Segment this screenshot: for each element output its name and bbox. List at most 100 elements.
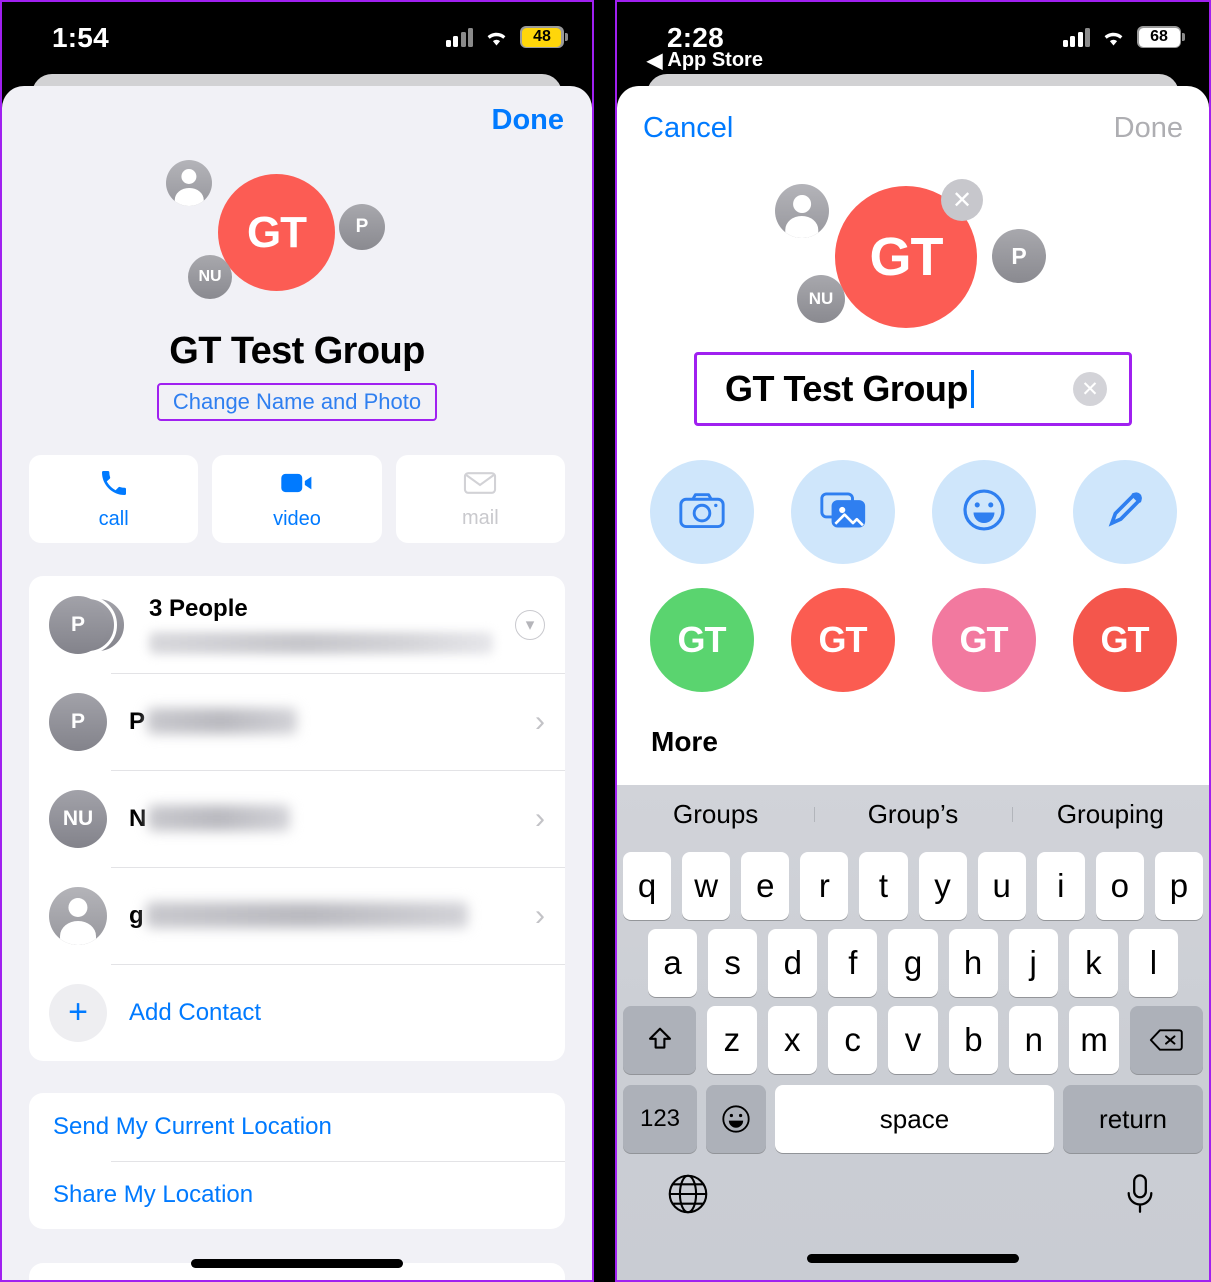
- key-r[interactable]: r: [800, 852, 849, 920]
- member-badge-p: P: [339, 204, 385, 250]
- group-name-input[interactable]: GT Test Group ✕: [694, 352, 1132, 426]
- photos-button[interactable]: [790, 460, 895, 564]
- call-button[interactable]: call: [29, 455, 199, 543]
- key-u[interactable]: u: [977, 852, 1026, 920]
- key-i[interactable]: i: [1036, 852, 1085, 920]
- key-y[interactable]: y: [918, 852, 967, 920]
- back-triangle-icon: ◀: [647, 50, 663, 72]
- key-z[interactable]: z: [707, 1006, 757, 1074]
- group-avatar[interactable]: GT: [218, 174, 335, 291]
- prediction-2[interactable]: Group’s: [814, 799, 1011, 830]
- wifi-icon: [1101, 28, 1126, 47]
- member-badge-person-icon: [166, 160, 212, 206]
- key-g[interactable]: g: [888, 929, 938, 997]
- page-title: GT Test Group: [169, 330, 425, 372]
- cancel-button[interactable]: Cancel: [643, 112, 733, 145]
- space-key[interactable]: space: [775, 1085, 1054, 1153]
- key-o[interactable]: o: [1095, 852, 1144, 920]
- change-name-and-photo-link[interactable]: Change Name and Photo: [156, 383, 438, 421]
- microphone-icon[interactable]: [1121, 1173, 1159, 1220]
- key-f[interactable]: f: [828, 929, 878, 997]
- people-names-redacted: [149, 632, 493, 654]
- globe-icon[interactable]: [667, 1173, 709, 1220]
- draw-button[interactable]: [1072, 460, 1177, 564]
- chevron-right-icon: ›: [535, 801, 545, 835]
- member-badge-nu: NU: [797, 275, 845, 323]
- color-options-row: GT GT GT GT: [617, 588, 1209, 692]
- key-q[interactable]: q: [623, 852, 672, 920]
- video-button[interactable]: video: [212, 455, 382, 543]
- key-m[interactable]: m: [1069, 1006, 1119, 1074]
- home-indicator: [191, 1259, 403, 1268]
- share-my-location-row[interactable]: Share My Location: [29, 1161, 565, 1229]
- keyboard-row-1: q w e r t y u i o p: [617, 852, 1209, 920]
- key-h[interactable]: h: [948, 929, 998, 997]
- key-l[interactable]: l: [1128, 929, 1178, 997]
- emoji-smiley-icon[interactable]: [706, 1085, 766, 1153]
- key-t[interactable]: t: [859, 852, 908, 920]
- emoji-smiley-icon: [962, 488, 1006, 537]
- key-j[interactable]: j: [1008, 929, 1058, 997]
- cellular-bars-icon: [1062, 27, 1090, 47]
- sheet-nav-bar: Cancel Done: [617, 86, 1209, 156]
- contact-name-redacted: [147, 707, 298, 734]
- status-indicators: 68: [1062, 26, 1185, 48]
- left-status-bar: 1:54 48: [2, 2, 592, 74]
- prediction-3[interactable]: Grouping: [1011, 799, 1209, 830]
- clear-circle-icon[interactable]: ✕: [1073, 372, 1107, 406]
- numbers-key[interactable]: 123: [623, 1085, 697, 1153]
- contact-name-prefix: P: [129, 707, 146, 735]
- key-b[interactable]: b: [948, 1006, 999, 1074]
- predictive-text-bar: Groups Group’s Grouping: [617, 785, 1209, 843]
- back-to-app-store-link[interactable]: ◀ App Store: [647, 48, 763, 73]
- color-option-red-2[interactable]: GT: [1072, 588, 1177, 692]
- key-s[interactable]: s: [708, 929, 758, 997]
- contact-avatar: P: [49, 692, 107, 751]
- color-option-initials: GT: [677, 619, 727, 660]
- key-c[interactable]: c: [827, 1006, 878, 1074]
- people-count-label: 3 People: [149, 595, 248, 622]
- quick-action-tiles: call video mail: [2, 455, 592, 543]
- color-option-red[interactable]: GT: [790, 588, 895, 692]
- back-label: App Store: [667, 49, 763, 71]
- call-label: call: [98, 508, 129, 530]
- right-status-bar: 2:28 ◀ App Store 68: [617, 2, 1209, 74]
- key-n[interactable]: n: [1009, 1006, 1059, 1074]
- table-row[interactable]: g ›: [29, 867, 565, 964]
- chevron-down-circle-icon[interactable]: ▾: [515, 609, 545, 640]
- key-k[interactable]: k: [1068, 929, 1118, 997]
- send-current-location-row[interactable]: Send My Current Location: [29, 1093, 565, 1161]
- emoji-button[interactable]: [931, 460, 1036, 564]
- key-v[interactable]: v: [888, 1006, 938, 1074]
- video-label: video: [273, 508, 321, 530]
- key-w[interactable]: w: [682, 852, 731, 920]
- contact-avatar: NU: [49, 789, 107, 848]
- send-current-location-label: Send My Current Location: [53, 1113, 332, 1140]
- shift-arrow-icon[interactable]: [623, 1006, 697, 1074]
- group-avatar-cluster[interactable]: GT P NU: [157, 160, 437, 330]
- table-row[interactable]: P P ›: [29, 673, 565, 770]
- group-avatar-cluster[interactable]: GT ✕ P NU: [763, 172, 1063, 352]
- key-e[interactable]: e: [741, 852, 790, 920]
- key-p[interactable]: p: [1154, 852, 1203, 920]
- member-badge-p: P: [992, 229, 1046, 283]
- prediction-1[interactable]: Groups: [617, 799, 814, 830]
- key-d[interactable]: d: [768, 929, 818, 997]
- close-icon[interactable]: ✕: [941, 179, 983, 221]
- table-row[interactable]: NU N ›: [29, 770, 565, 867]
- color-option-pink[interactable]: GT: [931, 588, 1036, 692]
- group-avatar-initials: GT: [246, 207, 307, 257]
- panel-gap: [594, 0, 615, 1282]
- phone-icon: [98, 467, 130, 504]
- camera-icon: [678, 491, 725, 534]
- key-a[interactable]: a: [648, 929, 698, 997]
- people-header-row[interactable]: P 3 People ▾: [29, 576, 565, 673]
- member-badge-nu: NU: [188, 255, 232, 299]
- add-contact-row[interactable]: + Add Contact: [29, 964, 565, 1061]
- return-key[interactable]: return: [1063, 1085, 1203, 1153]
- camera-button[interactable]: [649, 460, 754, 564]
- done-button[interactable]: Done: [492, 104, 565, 137]
- key-x[interactable]: x: [767, 1006, 817, 1074]
- color-option-green[interactable]: GT: [649, 588, 754, 692]
- backspace-icon[interactable]: [1129, 1006, 1203, 1074]
